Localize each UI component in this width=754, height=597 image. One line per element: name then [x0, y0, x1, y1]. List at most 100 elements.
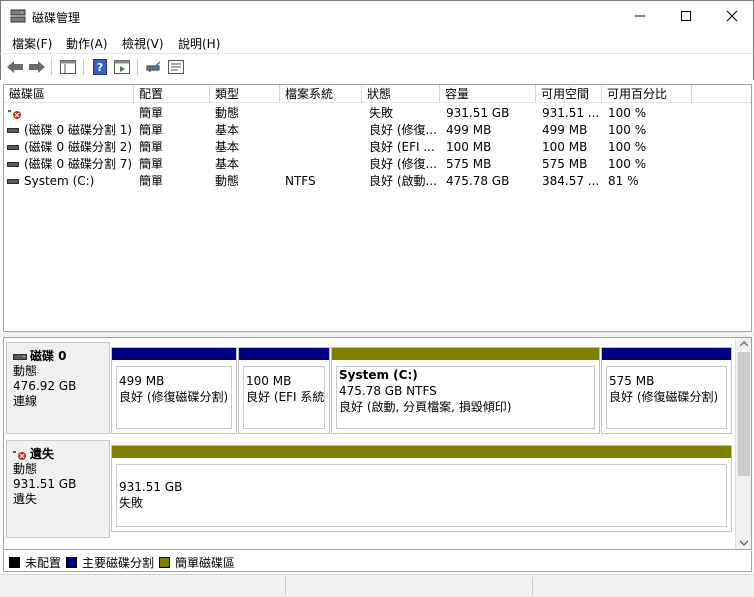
- partition-block[interactable]: 931.51 GB 失敗: [111, 445, 732, 532]
- partition-bar: [112, 446, 731, 459]
- legend-label: 主要磁碟分割: [82, 556, 155, 570]
- column-header-free-percent[interactable]: 可用百分比: [602, 85, 692, 103]
- scroll-up-icon[interactable]: [740, 341, 748, 347]
- table-row[interactable]: (磁碟 0 磁碟分割 2) 簡單 基本 良好 (EFI ... 100 MB 1…: [4, 139, 751, 156]
- volume-icon: [7, 179, 19, 184]
- cell-free-space: 931.51 ...: [542, 106, 600, 120]
- legend-item-unallocated: 未配置: [9, 554, 61, 571]
- table-row[interactable]: (磁碟 0 磁碟分割 1) 簡單 基本 良好 (修復... 499 MB 499…: [4, 122, 751, 139]
- missing-disk-label[interactable]: 遺失 動態 931.51 GB 遺失: [6, 440, 110, 538]
- column-header-status[interactable]: 狀態: [362, 85, 440, 103]
- cell-status: 良好 (啟動...: [369, 174, 437, 188]
- vertical-scrollbar[interactable]: [735, 338, 751, 549]
- back-button[interactable]: [5, 58, 25, 76]
- console-tree-button[interactable]: [58, 58, 78, 76]
- cell-type: 動態: [215, 106, 240, 120]
- cell-layout: 簡單: [139, 174, 164, 188]
- action-pane-icon: [114, 60, 130, 74]
- cell-type: 基本: [215, 123, 240, 137]
- properties-button[interactable]: [166, 58, 186, 76]
- cell-status: 良好 (修復...: [369, 157, 437, 171]
- console-tree-icon: [60, 60, 76, 74]
- cell-free-percent: 100 %: [608, 140, 647, 154]
- cell-capacity: 100 MB: [446, 140, 492, 154]
- volume-list-header: 磁碟區 配置 類型 檔案系統 狀態 容量 可用空間 可用百分比: [4, 85, 751, 103]
- missing-disk-icon: [8, 110, 21, 119]
- volume-list: 磁碟區 配置 類型 檔案系統 狀態 容量 可用空間 可用百分比 簡單 動態 失敗…: [3, 84, 752, 332]
- close-button[interactable]: [709, 1, 754, 31]
- volume-icon: [7, 145, 19, 150]
- connect-disk-button[interactable]: [144, 58, 164, 76]
- cell-type: 基本: [215, 157, 240, 171]
- partition-size: 475.78 GB NTFS: [339, 384, 437, 398]
- maximize-button[interactable]: [663, 1, 709, 31]
- forward-button[interactable]: [27, 58, 47, 76]
- column-header-free-space[interactable]: 可用空間: [536, 85, 602, 103]
- cell-free-space: 100 MB: [542, 140, 588, 154]
- cell-volume: (磁碟 0 磁碟分割 2): [24, 140, 133, 154]
- column-header-layout[interactable]: 配置: [134, 85, 210, 103]
- cell-layout: 簡單: [139, 157, 164, 171]
- cell-type: 基本: [215, 140, 240, 154]
- cell-volume: [24, 105, 132, 122]
- partition-details: 931.51 GB 失敗: [116, 464, 727, 527]
- missing-disk-icon: [13, 450, 26, 460]
- cell-free-percent: 81 %: [608, 174, 639, 188]
- volume-icon: [7, 162, 19, 167]
- disk-0-label[interactable]: 磁碟 0 動態 476.92 GB 連線: [6, 342, 110, 434]
- partition-status: 良好 (修復磁碟分割): [609, 390, 719, 404]
- column-header-filesystem[interactable]: 檔案系統: [280, 85, 362, 103]
- title-bar: 磁碟管理: [0, 0, 754, 31]
- partition-details: 575 MB 良好 (修復磁碟分割): [606, 366, 727, 429]
- legend-swatch: [66, 557, 77, 568]
- table-row[interactable]: (磁碟 0 磁碟分割 7) 簡單 基本 良好 (修復... 575 MB 575…: [4, 156, 751, 173]
- scroll-down-icon[interactable]: [740, 540, 748, 546]
- menu-action[interactable]: 動作(A): [66, 35, 108, 52]
- partition-details: 100 MB 良好 (EFI 系統磁: [243, 366, 325, 429]
- disk-name: 遺失: [30, 447, 55, 461]
- window-title: 磁碟管理: [32, 11, 81, 25]
- disk-type: 動態: [13, 462, 38, 476]
- minimize-button[interactable]: [617, 1, 663, 31]
- status-bar-separator: [532, 577, 533, 596]
- minimize-icon: [635, 15, 645, 17]
- disk-state: 連線: [13, 394, 38, 408]
- cell-capacity: 475.78 GB: [446, 174, 510, 188]
- table-row[interactable]: 簡單 動態 失敗 931.51 GB 931.51 ... 100 %: [4, 105, 751, 122]
- partition-block[interactable]: System (C:) 475.78 GB NTFS 良好 (啟動, 分頁檔案,…: [331, 347, 600, 434]
- cell-free-space: 575 MB: [542, 157, 588, 171]
- menu-bar: 檔案(F) 動作(A) 檢視(V) 說明(H): [0, 31, 754, 53]
- cell-status: 失敗: [369, 106, 394, 120]
- toolbar: ?: [0, 53, 754, 80]
- menu-view[interactable]: 檢視(V): [122, 35, 164, 52]
- cell-capacity: 575 MB: [446, 157, 492, 171]
- help-button[interactable]: ?: [90, 58, 110, 76]
- cell-capacity: 499 MB: [446, 123, 492, 137]
- cell-layout: 簡單: [139, 123, 164, 137]
- legend-label: 簡單磁碟區: [175, 556, 236, 570]
- legend-item-simple: 簡單磁碟區: [159, 554, 235, 571]
- partition-bar: [112, 348, 236, 361]
- volume-icon: [7, 128, 19, 133]
- partition-block[interactable]: 100 MB 良好 (EFI 系統磁: [238, 347, 330, 434]
- column-header-type[interactable]: 類型: [210, 85, 280, 103]
- cell-status: 良好 (EFI ...: [369, 140, 435, 154]
- menu-file[interactable]: 檔案(F): [12, 35, 52, 52]
- partition-size: 100 MB: [246, 374, 292, 388]
- table-row[interactable]: System (C:) 簡單 動態 NTFS 良好 (啟動... 475.78 …: [4, 173, 751, 190]
- cell-layout: 簡單: [139, 140, 164, 154]
- action-pane-button[interactable]: [112, 58, 132, 76]
- menu-help[interactable]: 說明(H): [178, 35, 220, 52]
- svg-text:?: ?: [97, 61, 103, 74]
- scrollbar-thumb[interactable]: [738, 352, 750, 476]
- connect-disk-icon: [146, 61, 161, 73]
- toolbar-separator: [51, 59, 52, 75]
- legend-swatch: [159, 557, 170, 568]
- partition-block[interactable]: 499 MB 良好 (修復磁碟分割): [111, 347, 237, 434]
- partition-block[interactable]: 575 MB 良好 (修復磁碟分割): [601, 347, 732, 434]
- column-header-capacity[interactable]: 容量: [440, 85, 536, 103]
- forward-arrow-icon: [29, 61, 45, 73]
- status-bar-separator: [285, 577, 286, 596]
- column-header-volume[interactable]: 磁碟區: [4, 85, 134, 103]
- disk-management-app-icon: [10, 9, 26, 23]
